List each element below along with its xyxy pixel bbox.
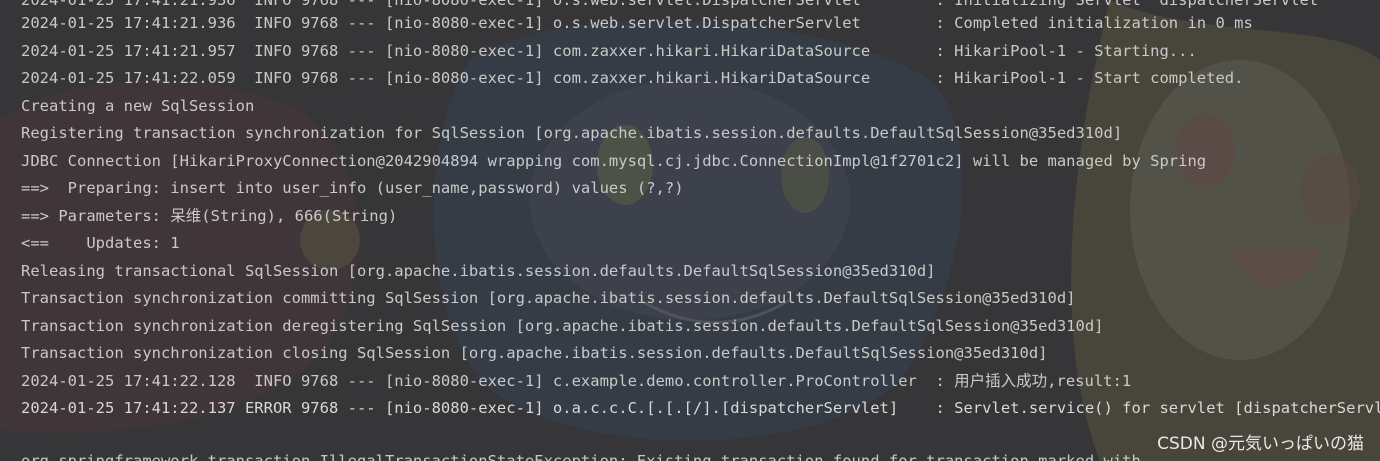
csdn-watermark: CSDN @元気いっぱいの猫 [1157, 434, 1364, 454]
console-output[interactable]: 2024-01-25 17:41:21.936 INFO 9768 --- [n… [0, 0, 1380, 461]
log-line: 2024-01-25 17:41:22.059 INFO 9768 --- [n… [21, 69, 1244, 87]
log-line: 2024-01-25 17:41:21.957 INFO 9768 --- [n… [21, 42, 1197, 60]
log-line: 2024-01-25 17:41:22.128 INFO 9768 --- [n… [21, 372, 1132, 390]
log-line: ==> Parameters: 呆维(String), 666(String) [21, 207, 398, 225]
log-line: Releasing transactional SqlSession [org.… [21, 262, 936, 280]
log-line: JDBC Connection [HikariProxyConnection@2… [21, 152, 1207, 170]
log-line: Transaction synchronization closing SqlS… [21, 344, 1048, 362]
log-line: 2024-01-25 17:41:21.936 INFO 9768 --- [n… [21, 14, 1253, 32]
log-line: Creating a new SqlSession [21, 97, 255, 115]
log-line: <== Updates: 1 [21, 234, 180, 252]
log-line: Registering transaction synchronization … [21, 124, 1123, 142]
log-line: Transaction synchronization committing S… [21, 289, 1076, 307]
log-line-error: 2024-01-25 17:41:22.137 ERROR 9768 --- [… [21, 399, 1380, 417]
log-line: Transaction synchronization deregisterin… [21, 317, 1104, 335]
log-line: ==> Preparing: insert into user_info (us… [21, 179, 684, 197]
log-line: 2024-01-25 17:41:21.936 INFO 9768 --- [n… [21, 0, 1328, 9]
log-line-exception: org.springframework.transaction.IllegalT… [21, 452, 1141, 461]
